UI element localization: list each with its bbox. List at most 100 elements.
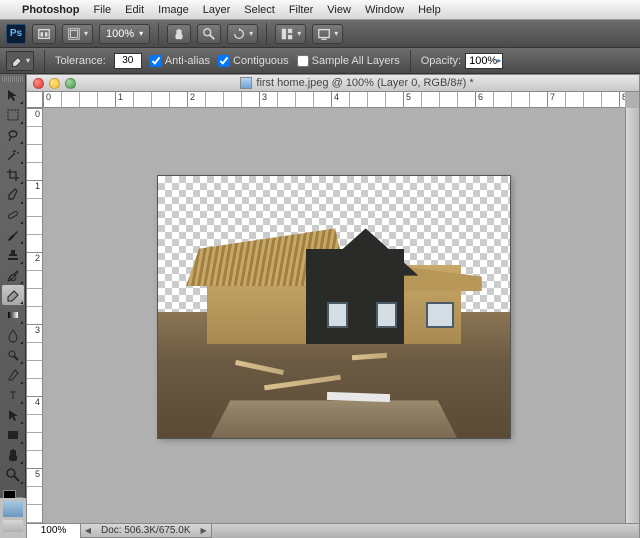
mac-menu-bar: Photoshop File Edit Image Layer Select F… <box>0 0 640 20</box>
view-extras-button[interactable] <box>62 24 93 44</box>
eraser-icon <box>5 287 21 303</box>
move-tool[interactable] <box>2 85 24 105</box>
minimized-panel[interactable] <box>3 501 23 517</box>
blur-tool[interactable] <box>2 325 24 345</box>
menu-layer[interactable]: Layer <box>203 4 231 16</box>
menu-edit[interactable]: Edit <box>125 4 144 16</box>
status-flyout-right[interactable]: ▶ <box>197 526 211 535</box>
ruler-tick: 3 <box>27 324 42 396</box>
clone-stamp-tool[interactable] <box>2 245 24 265</box>
lasso-icon <box>5 127 21 143</box>
launch-bridge-button[interactable] <box>32 24 56 44</box>
ruler-origin[interactable] <box>27 92 43 108</box>
zoom-tool-shortcut[interactable] <box>197 24 221 44</box>
zoom-level-dropdown[interactable]: 100% <box>99 24 150 44</box>
dodge-icon <box>5 347 21 363</box>
contiguous-label: Contiguous <box>233 55 289 67</box>
minimize-window-button[interactable] <box>49 78 60 89</box>
eyedrop-icon <box>5 187 21 203</box>
hand-tool[interactable] <box>2 445 24 465</box>
screen-mode-button[interactable] <box>312 24 343 44</box>
tolerance-label: Tolerance: <box>55 55 106 67</box>
tools-panel: T <box>0 74 26 538</box>
menu-image[interactable]: Image <box>158 4 189 16</box>
shape-icon <box>5 427 21 443</box>
screen-icon <box>317 27 331 41</box>
pen-tool[interactable] <box>2 365 24 385</box>
vertical-ruler[interactable]: 012345 <box>27 108 43 523</box>
move-icon <box>5 87 21 103</box>
eraser-icon <box>10 54 24 68</box>
photoshop-icon: Ps <box>6 24 26 44</box>
horizontal-scrollbar[interactable] <box>211 524 639 538</box>
contiguous-checkbox[interactable] <box>218 55 230 67</box>
canvas[interactable] <box>158 176 510 438</box>
history-brush-tool[interactable] <box>2 265 24 285</box>
ruler-tick: 2 <box>27 252 42 324</box>
marquee-icon <box>5 107 21 123</box>
hand-icon <box>5 447 21 463</box>
hand-tool-shortcut[interactable] <box>167 24 191 44</box>
tolerance-input[interactable] <box>114 53 142 69</box>
marquee-tool[interactable] <box>2 105 24 125</box>
app-menu[interactable]: Photoshop <box>22 4 79 16</box>
menu-file[interactable]: File <box>93 4 111 16</box>
shape-tool[interactable] <box>2 425 24 445</box>
ruler-tick: 7 <box>547 92 619 107</box>
antialias-checkbox[interactable] <box>150 55 162 67</box>
lasso-tool[interactable] <box>2 125 24 145</box>
ruler-tick: 1 <box>115 92 187 107</box>
document-body: 012345678 012345 <box>26 92 640 538</box>
zoom-tool[interactable] <box>2 465 24 485</box>
document-titlebar[interactable]: first home.jpeg @ 100% (Layer 0, RGB/8#)… <box>26 74 640 92</box>
type-tool[interactable]: T <box>2 385 24 405</box>
menu-window[interactable]: Window <box>365 4 404 16</box>
horizontal-ruler[interactable]: 012345678 <box>43 92 625 108</box>
ruler-tick: 0 <box>27 108 42 180</box>
stamp-icon <box>5 247 21 263</box>
ruler-tick: 6 <box>475 92 547 107</box>
path-select-tool[interactable] <box>2 405 24 425</box>
healing-brush-tool[interactable] <box>2 205 24 225</box>
status-flyout-left[interactable]: ◀ <box>81 526 95 535</box>
dock-strip <box>0 498 26 538</box>
menu-select[interactable]: Select <box>244 4 275 16</box>
opacity-input[interactable]: 100% <box>465 53 503 69</box>
sample-all-layers-label: Sample All Layers <box>312 55 400 67</box>
menu-help[interactable]: Help <box>418 4 441 16</box>
rotate-view-button[interactable] <box>227 24 258 44</box>
gradient-tool[interactable] <box>2 305 24 325</box>
histbrush-icon <box>5 267 21 283</box>
minimized-panel[interactable] <box>3 520 23 532</box>
zoom-percent-input[interactable] <box>27 524 81 538</box>
arrange-documents-button[interactable] <box>275 24 306 44</box>
sample-all-layers-checkbox[interactable] <box>297 55 309 67</box>
bridge-icon <box>37 27 51 41</box>
magnifier-icon <box>202 27 216 41</box>
type-icon: T <box>5 387 21 403</box>
vertical-scrollbar[interactable] <box>625 108 639 523</box>
divider <box>158 23 159 45</box>
ruler-tick: 5 <box>27 468 42 523</box>
tool-options-bar: Tolerance: Anti-alias Contiguous Sample … <box>0 48 640 74</box>
zoom-window-button[interactable] <box>65 78 76 89</box>
document-proxy-icon[interactable] <box>240 77 252 89</box>
close-window-button[interactable] <box>33 78 44 89</box>
eyedropper-tool[interactable] <box>2 185 24 205</box>
bandaid-icon <box>5 207 21 223</box>
menu-view[interactable]: View <box>327 4 351 16</box>
brush-tool[interactable] <box>2 225 24 245</box>
menu-filter[interactable]: Filter <box>289 4 313 16</box>
hand-icon <box>172 27 186 41</box>
canvas-viewport[interactable] <box>43 108 625 523</box>
dodge-tool[interactable] <box>2 345 24 365</box>
panel-grip[interactable] <box>2 76 24 82</box>
quick-select-tool[interactable] <box>2 145 24 165</box>
crop-tool[interactable] <box>2 165 24 185</box>
tool-preset-picker[interactable] <box>6 51 34 71</box>
ruler-tick: 0 <box>43 92 115 107</box>
gradient-icon <box>5 307 21 323</box>
eraser-tool[interactable] <box>2 285 24 305</box>
ruler-tick: 5 <box>403 92 475 107</box>
wand-icon <box>5 147 21 163</box>
